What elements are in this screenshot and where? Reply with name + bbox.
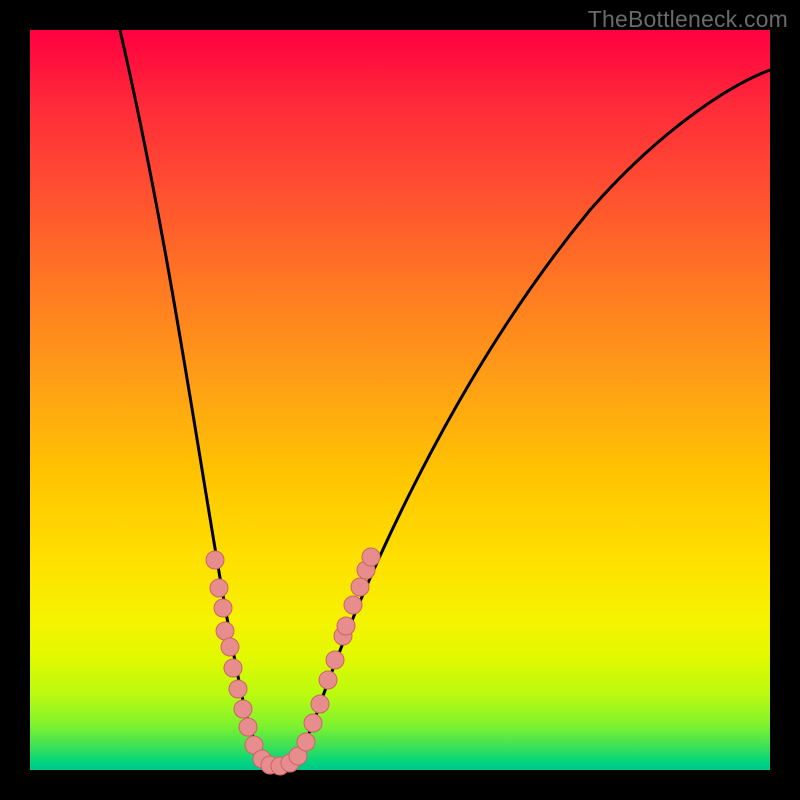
data-point: [344, 596, 362, 614]
data-point: [210, 579, 228, 597]
data-point: [206, 551, 224, 569]
curve-svg: [30, 30, 770, 770]
data-point: [297, 733, 315, 751]
data-point: [311, 695, 329, 713]
data-point: [239, 718, 257, 736]
data-point: [304, 714, 322, 732]
data-point: [234, 700, 252, 718]
data-point: [224, 659, 242, 677]
chart-frame: TheBottleneck.com: [0, 0, 800, 800]
highlight-dots: [206, 548, 380, 775]
data-point: [221, 638, 239, 656]
data-point: [362, 548, 380, 566]
data-point: [326, 651, 344, 669]
data-point: [337, 617, 355, 635]
watermark-text: TheBottleneck.com: [588, 6, 788, 33]
data-point: [214, 599, 232, 617]
data-point: [319, 671, 337, 689]
data-point: [351, 578, 369, 596]
bottleneck-curve: [120, 30, 770, 767]
data-point: [229, 680, 247, 698]
plot-area: [30, 30, 770, 770]
data-point: [216, 622, 234, 640]
